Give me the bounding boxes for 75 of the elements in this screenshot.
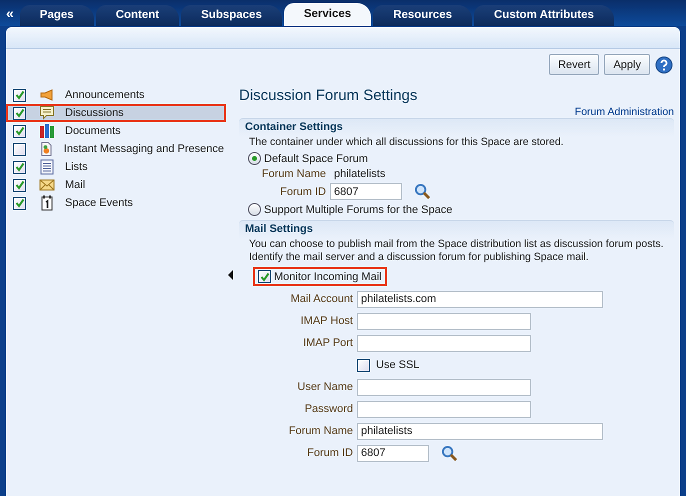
field-label: Mail Account — [290, 293, 353, 305]
checkbox-label: Monitor Incoming Mail — [274, 270, 382, 282]
field-label: Forum ID — [279, 186, 326, 198]
calendar-icon — [39, 195, 55, 211]
section-description: You can choose to publish mail from the Space distribution list as discussion forum posts. Identify the mail server and a discussion forum for publishing Space mail. — [248, 238, 665, 264]
service-label: Discussions — [65, 107, 124, 119]
tab[interactable]: Pages — [20, 5, 94, 26]
tab[interactable]: Custom Attributes — [474, 5, 614, 26]
service-row[interactable]: Documents — [6, 122, 226, 140]
service-label: Mail — [65, 179, 86, 191]
service-row[interactable]: Discussions — [6, 104, 226, 122]
tab[interactable]: Resources — [373, 5, 472, 26]
section-heading: Container Settings — [245, 121, 344, 133]
input-field[interactable]: philatelists — [357, 422, 603, 440]
service-row[interactable]: Mail — [6, 176, 226, 194]
service-row[interactable]: Announcements — [6, 86, 226, 104]
service-label: Space Events — [65, 197, 133, 209]
search-icon[interactable] — [441, 444, 458, 462]
collapse-arrow-icon[interactable] — [228, 270, 233, 280]
section-heading: Mail Settings — [245, 223, 314, 235]
checkbox[interactable] — [13, 142, 26, 156]
books-icon — [39, 123, 55, 139]
tab[interactable]: Subspaces — [181, 5, 282, 26]
service-label: Instant Messaging and Presence — [64, 143, 224, 155]
checkbox[interactable] — [13, 124, 26, 138]
checkbox[interactable] — [13, 88, 26, 102]
input-field[interactable]: 6807 — [330, 183, 402, 200]
field-label: Password — [304, 403, 353, 415]
service-label: Lists — [65, 161, 88, 173]
section-description: The container under which all discussions for this Space are stored. — [248, 136, 565, 149]
input-field[interactable] — [357, 378, 531, 396]
document-icon — [39, 141, 54, 157]
radio-button[interactable] — [248, 152, 261, 165]
checkbox[interactable] — [258, 270, 271, 283]
field-label: Forum ID — [306, 447, 353, 459]
envelope-icon — [39, 177, 55, 193]
speech-bubble-icon — [39, 105, 55, 121]
field-label: IMAP Port — [302, 337, 353, 349]
field-label: Forum Name — [260, 168, 326, 180]
service-row[interactable]: Space Events — [6, 194, 226, 212]
forum-administration-link[interactable]: Forum Administration — [574, 106, 674, 118]
service-row[interactable]: Lists — [6, 158, 226, 176]
checkbox[interactable] — [13, 178, 26, 192]
field-label: Forum Name — [288, 425, 353, 437]
input-field[interactable] — [357, 400, 531, 418]
service-row[interactable]: Instant Messaging and Presence — [6, 140, 226, 158]
checkbox[interactable] — [357, 358, 370, 372]
radio-button[interactable] — [248, 203, 261, 216]
radio-option[interactable]: Default Space Forum — [245, 152, 674, 165]
field-label: IMAP Host — [300, 315, 353, 327]
tab[interactable]: Content — [96, 5, 180, 26]
field-value: philatelists — [334, 168, 386, 180]
input-field[interactable] — [357, 312, 531, 330]
service-label: Announcements — [65, 89, 144, 101]
field-label: User Name — [296, 381, 353, 393]
list-icon — [39, 159, 55, 175]
input-field[interactable] — [357, 334, 531, 352]
checkbox[interactable] — [13, 196, 26, 210]
tab[interactable]: Services — [284, 3, 372, 26]
service-label: Documents — [65, 125, 121, 137]
checkbox-label: Use SSL — [376, 359, 420, 371]
toolbar-button[interactable]: Revert — [549, 54, 600, 75]
search-icon[interactable] — [414, 183, 431, 200]
radio-option[interactable]: Support Multiple Forums for the Space — [245, 203, 674, 216]
collapse-button[interactable]: « — [6, 5, 14, 21]
input-field[interactable]: philatelists.com — [357, 290, 603, 308]
page-title: Discussion Forum Settings — [239, 87, 418, 104]
help-icon[interactable] — [655, 56, 673, 74]
monitor-checkbox-row[interactable]: Monitor Incoming Mail — [253, 267, 387, 286]
input-field[interactable]: 6807 — [357, 444, 429, 462]
toolbar-button[interactable]: Apply — [604, 54, 650, 75]
checkbox[interactable] — [13, 160, 26, 174]
checkbox[interactable] — [13, 106, 26, 120]
radio-label: Support Multiple Forums for the Space — [264, 204, 452, 216]
radio-label: Default Space Forum — [264, 152, 368, 164]
